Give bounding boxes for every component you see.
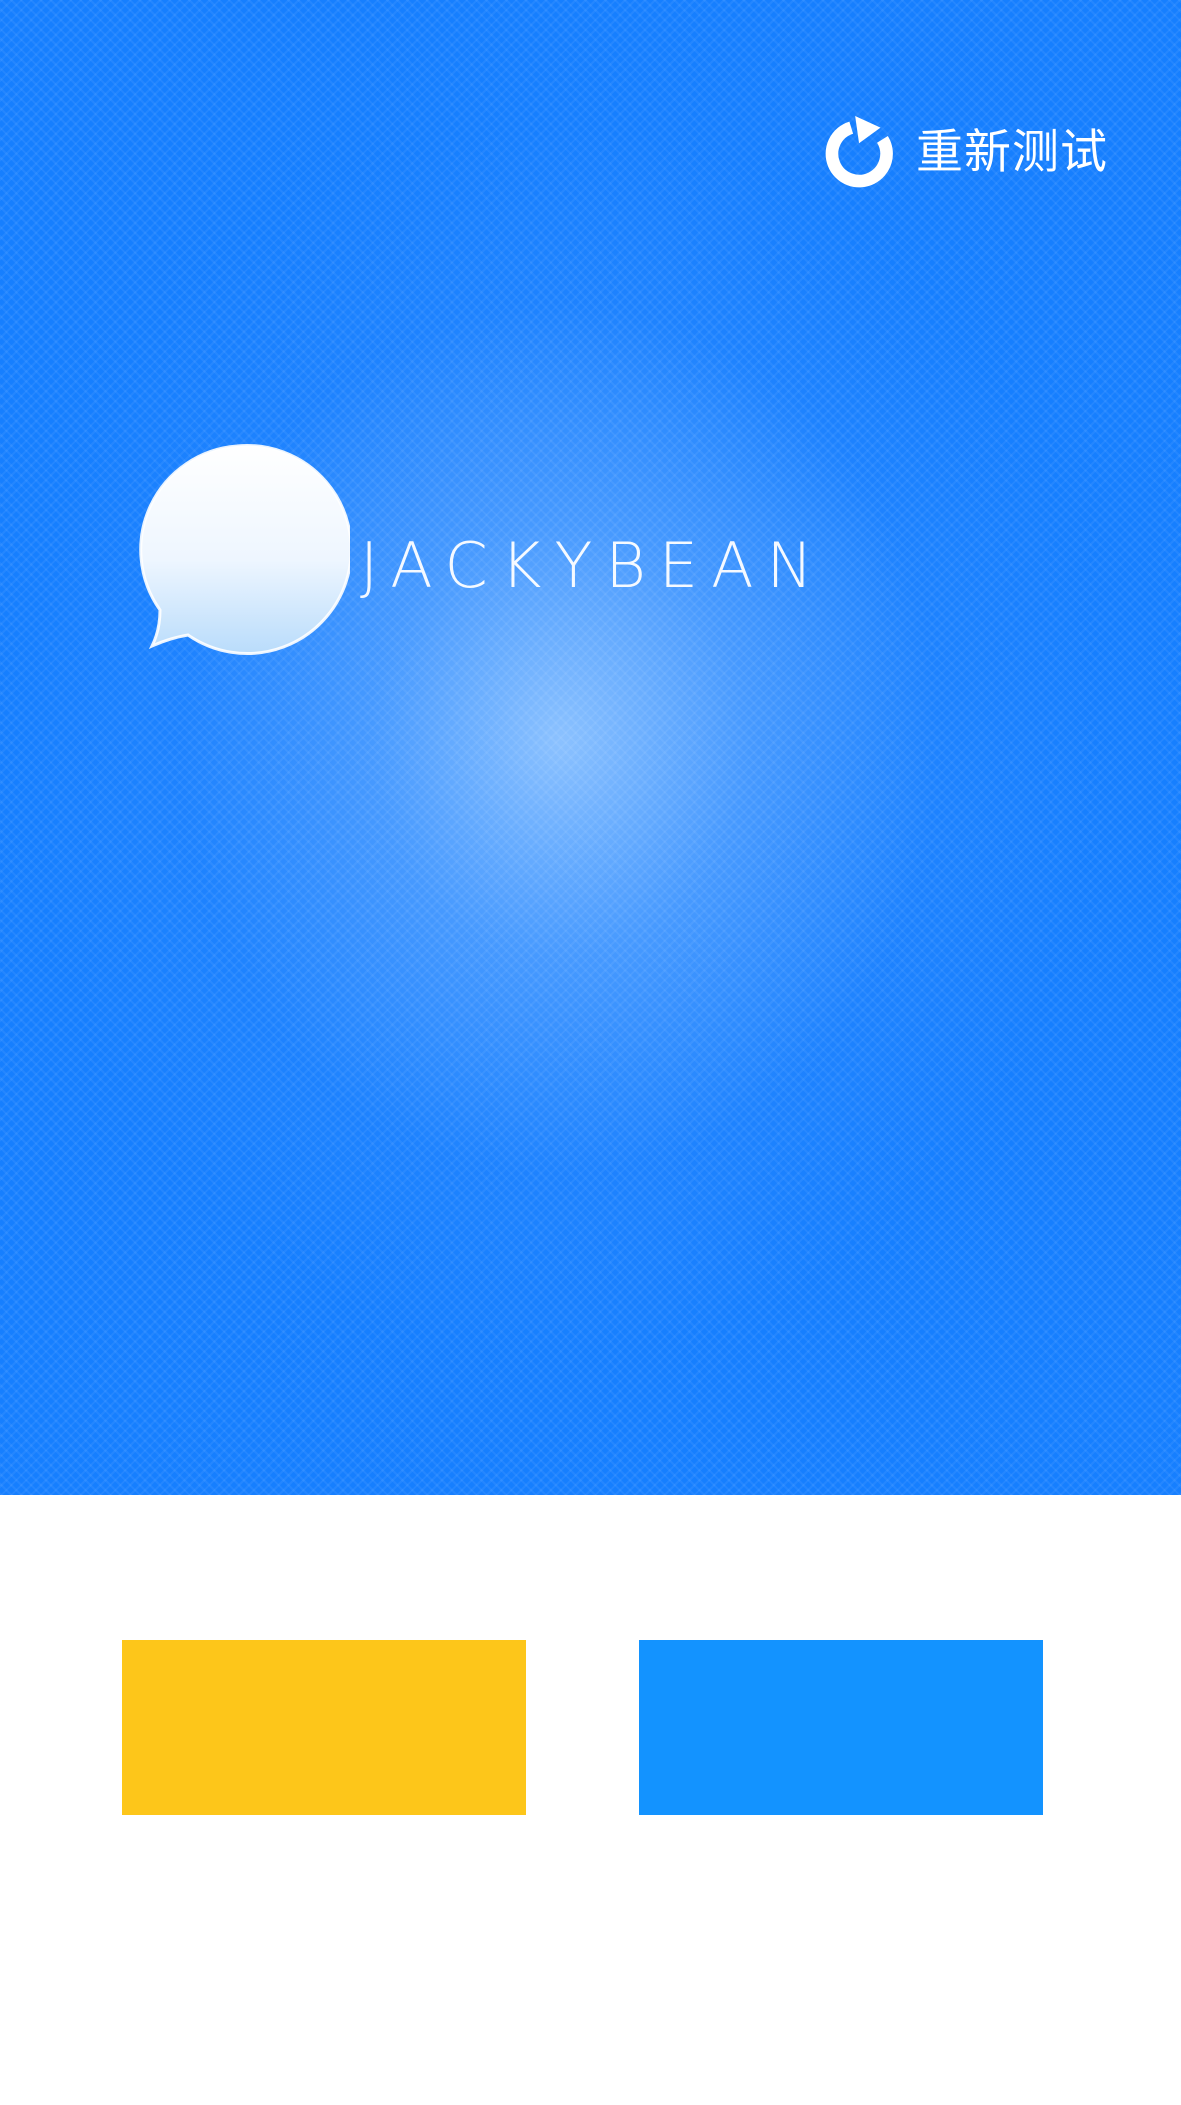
option-tile-blue[interactable] xyxy=(639,1640,1043,1815)
chat-bubble-icon xyxy=(139,444,350,655)
hero-texture xyxy=(0,0,1181,1495)
retest-label: 重新测试 xyxy=(916,125,1108,180)
refresh-icon xyxy=(825,115,893,187)
retest-button[interactable]: 重新测试 xyxy=(822,110,1108,195)
brand-logo: JACKYBEAN xyxy=(130,440,826,660)
brand-name: JACKYBEAN xyxy=(360,528,826,602)
option-tile-yellow[interactable] xyxy=(122,1640,526,1815)
hero-banner: 重新测试 JACKYBEAN xyxy=(0,0,1181,1495)
